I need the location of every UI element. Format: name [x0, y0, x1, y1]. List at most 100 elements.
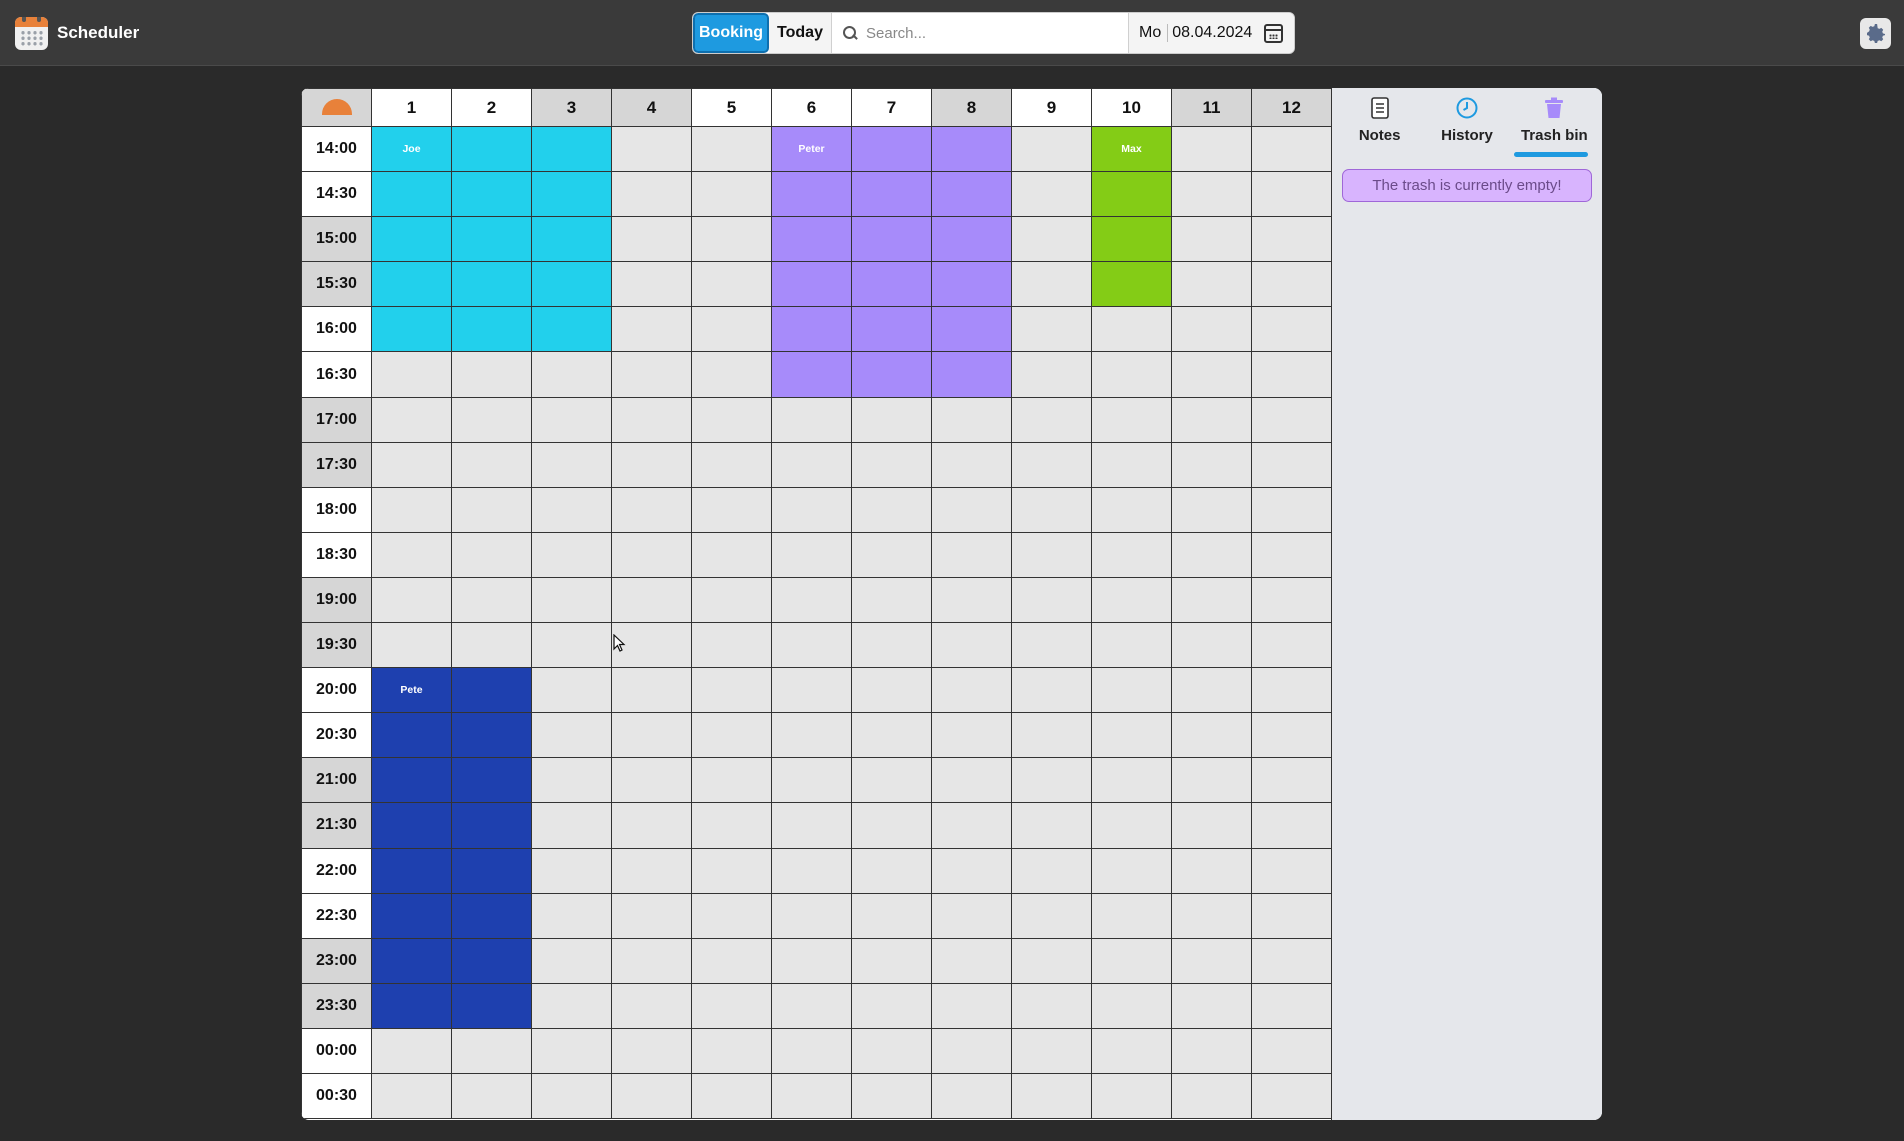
slot-cell[interactable]: [691, 802, 772, 849]
slot-cell[interactable]: [931, 1072, 1012, 1120]
slot-cell[interactable]: [531, 802, 612, 849]
slot-cell[interactable]: [1251, 441, 1332, 488]
slot-cell[interactable]: [691, 667, 772, 714]
slot-cell[interactable]: [611, 802, 692, 849]
slot-cell[interactable]: [931, 1027, 1012, 1074]
booking-cell[interactable]: [451, 171, 532, 218]
slot-cell[interactable]: [691, 261, 772, 308]
booking-cell[interactable]: [371, 847, 452, 894]
slot-cell[interactable]: [1251, 1072, 1332, 1120]
slot-cell[interactable]: [1011, 125, 1092, 173]
column-header-9[interactable]: 9: [1011, 88, 1092, 127]
slot-cell[interactable]: [931, 712, 1012, 759]
slot-cell[interactable]: [1171, 1027, 1252, 1074]
booking-cell[interactable]: [371, 261, 452, 308]
slot-cell[interactable]: [931, 937, 1012, 984]
slot-cell[interactable]: [611, 306, 692, 353]
booking-label[interactable]: Joe: [371, 125, 452, 173]
slot-cell[interactable]: [771, 802, 852, 849]
slot-cell[interactable]: [851, 937, 932, 984]
slot-cell[interactable]: [1251, 351, 1332, 398]
booking-cell[interactable]: [851, 261, 932, 308]
slot-cell[interactable]: [1171, 847, 1252, 894]
slot-cell[interactable]: [851, 847, 932, 894]
slot-cell[interactable]: [771, 982, 852, 1029]
slot-cell[interactable]: [1091, 486, 1172, 533]
slot-cell[interactable]: [1171, 802, 1252, 849]
slot-cell[interactable]: [1251, 125, 1332, 173]
slot-cell[interactable]: [531, 531, 612, 578]
slot-cell[interactable]: [1251, 216, 1332, 263]
slot-cell[interactable]: [851, 396, 932, 443]
booking-cell[interactable]: [371, 892, 452, 939]
column-header-6[interactable]: 6: [771, 88, 852, 127]
slot-cell[interactable]: [611, 937, 692, 984]
slot-cell[interactable]: [611, 982, 692, 1029]
slot-cell[interactable]: [1011, 622, 1092, 669]
slot-cell[interactable]: [851, 622, 932, 669]
search-input[interactable]: [866, 24, 1116, 42]
slot-cell[interactable]: [531, 396, 612, 443]
slot-cell[interactable]: [371, 576, 452, 624]
slot-cell[interactable]: [531, 622, 612, 669]
booking-cell[interactable]: [451, 982, 532, 1029]
slot-cell[interactable]: [531, 757, 612, 804]
slot-cell[interactable]: [1091, 802, 1172, 849]
slot-cell[interactable]: [1251, 982, 1332, 1029]
slot-cell[interactable]: [1091, 1072, 1172, 1120]
slot-cell[interactable]: [1171, 1072, 1252, 1120]
slot-cell[interactable]: [1011, 802, 1092, 849]
slot-cell[interactable]: [531, 982, 612, 1029]
slot-cell[interactable]: [931, 847, 1012, 894]
slot-cell[interactable]: [1171, 892, 1252, 939]
slot-cell[interactable]: [611, 441, 692, 488]
slot-cell[interactable]: [531, 1027, 612, 1074]
slot-cell[interactable]: [1091, 441, 1172, 488]
today-button[interactable]: Today: [769, 13, 832, 53]
slot-cell[interactable]: [851, 1027, 932, 1074]
booking-cell[interactable]: [451, 802, 532, 849]
slot-cell[interactable]: [771, 576, 852, 624]
slot-cell[interactable]: [851, 757, 932, 804]
slot-cell[interactable]: [1091, 351, 1172, 398]
slot-cell[interactable]: [931, 441, 1012, 488]
slot-cell[interactable]: [531, 892, 612, 939]
booking-cell[interactable]: [931, 125, 1012, 173]
booking-cell[interactable]: [1091, 216, 1172, 263]
slot-cell[interactable]: [691, 486, 772, 533]
slot-cell[interactable]: [531, 576, 612, 624]
booking-cell[interactable]: [451, 306, 532, 353]
slot-cell[interactable]: [1011, 982, 1092, 1029]
slot-cell[interactable]: [1251, 531, 1332, 578]
slot-cell[interactable]: [611, 351, 692, 398]
slot-cell[interactable]: [1011, 757, 1092, 804]
slot-cell[interactable]: [451, 486, 532, 533]
column-header-8[interactable]: 8: [931, 88, 1012, 127]
slot-cell[interactable]: [931, 982, 1012, 1029]
slot-cell[interactable]: [611, 1072, 692, 1120]
booking-cell[interactable]: [851, 125, 932, 173]
slot-cell[interactable]: [1251, 396, 1332, 443]
slot-cell[interactable]: [1171, 216, 1252, 263]
slot-cell[interactable]: [451, 1072, 532, 1120]
slot-cell[interactable]: [1171, 486, 1252, 533]
slot-cell[interactable]: [771, 667, 852, 714]
slot-cell[interactable]: [531, 712, 612, 759]
slot-cell[interactable]: [1091, 306, 1172, 353]
slot-cell[interactable]: [1011, 1072, 1092, 1120]
slot-cell[interactable]: [371, 351, 452, 398]
slot-cell[interactable]: [371, 1072, 452, 1120]
slot-cell[interactable]: [691, 576, 772, 624]
tab-history[interactable]: History: [1427, 88, 1507, 158]
column-header-3[interactable]: 3: [531, 88, 612, 127]
slot-cell[interactable]: [1011, 667, 1092, 714]
booking-cell[interactable]: [1091, 261, 1172, 308]
booking-cell[interactable]: [771, 171, 852, 218]
slot-cell[interactable]: [1251, 261, 1332, 308]
booking-cell[interactable]: [371, 171, 452, 218]
column-header-11[interactable]: 11: [1171, 88, 1252, 127]
slot-cell[interactable]: [771, 486, 852, 533]
slot-cell[interactable]: [371, 531, 452, 578]
slot-cell[interactable]: [1011, 531, 1092, 578]
slot-cell[interactable]: [1251, 847, 1332, 894]
